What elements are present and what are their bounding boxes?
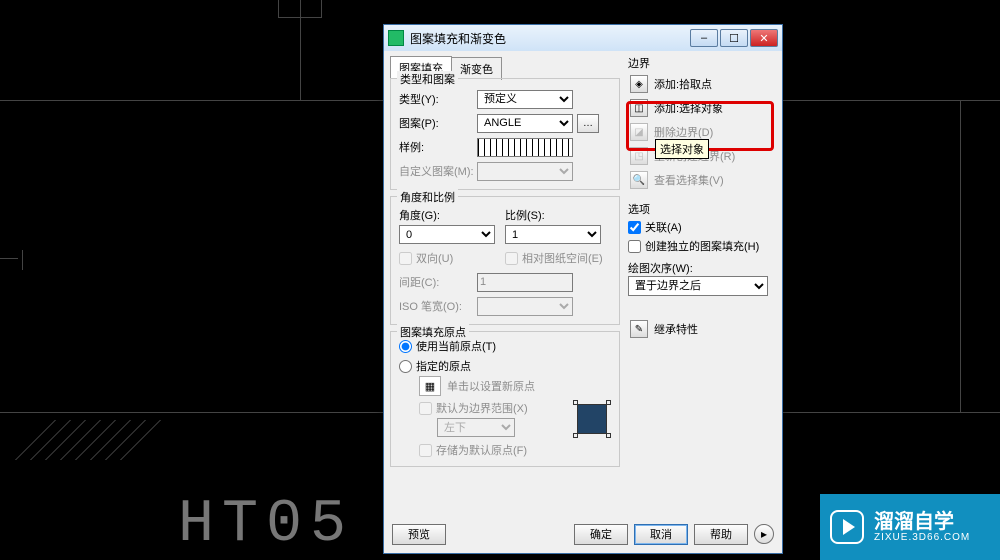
type-select[interactable]: 预定义 [477, 90, 573, 109]
inherit-icon: ✎ [630, 320, 648, 338]
select-icon: ◫ [630, 99, 648, 117]
pattern-label: 图案(P): [399, 115, 477, 131]
pick-icon: ◈ [630, 75, 648, 93]
boundaries-title: 边界 [628, 55, 768, 71]
scale-label: 比例(S): [505, 207, 611, 223]
type-label: 类型(Y): [399, 91, 477, 107]
add-pickpoints-button[interactable]: ◈添加:拾取点 [628, 73, 768, 95]
scale-select[interactable]: 1 [505, 225, 601, 244]
hatch-dialog: 图案填充和渐变色 – ☐ ✕ 图案填充 渐变色 类型和图案 类型(Y): 预定义… [383, 24, 783, 554]
swatch-label: 样例: [399, 139, 477, 155]
use-current-origin-radio[interactable] [399, 340, 412, 353]
default-extent-checkbox [419, 402, 432, 415]
dialog-icon [388, 30, 404, 46]
play-icon [830, 510, 864, 544]
cad-hatch-sample [25, 420, 150, 460]
pattern-select[interactable]: ANGLE [477, 114, 573, 133]
iso-select [477, 297, 573, 316]
expand-button[interactable]: ▸ [754, 524, 774, 544]
view-selection-button: 🔍查看选择集(V) [628, 169, 768, 191]
angle-select[interactable]: 0 [399, 225, 495, 244]
custom-pattern-label: 自定义图案(M): [399, 163, 477, 179]
remove-icon: ◪ [630, 123, 648, 141]
group-type-title: 类型和图案 [397, 71, 458, 87]
pattern-browse-button[interactable]: … [577, 114, 599, 133]
click-origin-label: 单击以设置新原点 [447, 378, 535, 394]
watermark: 溜溜自学 ZIXUE.3D66.COM [820, 494, 1000, 560]
maximize-button[interactable]: ☐ [720, 29, 748, 47]
spacing-input [477, 273, 573, 292]
separate-hatch-checkbox[interactable] [628, 240, 641, 253]
angle-label: 角度(G): [399, 207, 505, 223]
extent-select: 左下 [437, 418, 515, 437]
minimize-button[interactable]: – [690, 29, 718, 47]
dialog-title: 图案填充和渐变色 [410, 30, 690, 47]
watermark-brand: 溜溜自学 [874, 512, 970, 532]
spacing-label: 间距(C): [399, 274, 477, 290]
add-select-button[interactable]: ◫添加:选择对象 [628, 97, 768, 119]
recreate-icon: ◳ [630, 147, 648, 165]
twoway-checkbox [399, 252, 412, 265]
origin-preview-icon [573, 400, 611, 438]
close-button[interactable]: ✕ [750, 29, 778, 47]
viewsel-icon: 🔍 [630, 171, 648, 189]
tooltip: 选择对象 [655, 139, 709, 159]
associative-checkbox[interactable] [628, 221, 641, 234]
iso-label: ISO 笔宽(O): [399, 298, 477, 314]
inherit-properties-button[interactable]: ✎继承特性 [628, 318, 768, 340]
tab-gradient[interactable]: 渐变色 [451, 57, 502, 80]
set-origin-icon: ▦ [419, 376, 441, 396]
preview-button[interactable]: 预览 [392, 524, 446, 545]
pattern-swatch[interactable] [477, 138, 573, 157]
draworder-select[interactable]: 置于边界之后 [628, 276, 768, 296]
group-angle-title: 角度和比例 [397, 189, 458, 205]
cancel-button[interactable]: 取消 [634, 524, 688, 545]
cad-label: HT05 [178, 495, 354, 555]
ok-button[interactable]: 确定 [574, 524, 628, 545]
titlebar[interactable]: 图案填充和渐变色 – ☐ ✕ [384, 25, 782, 51]
specified-origin-radio[interactable] [399, 360, 412, 373]
group-origin-title: 图案填充原点 [397, 324, 469, 340]
paperspace-checkbox [505, 252, 518, 265]
watermark-url: ZIXUE.3D66.COM [874, 532, 970, 543]
store-default-checkbox [419, 444, 432, 457]
options-title: 选项 [628, 201, 768, 217]
help-button[interactable]: 帮助 [694, 524, 748, 545]
draworder-label: 绘图次序(W): [628, 260, 768, 276]
custom-pattern-select [477, 162, 573, 181]
